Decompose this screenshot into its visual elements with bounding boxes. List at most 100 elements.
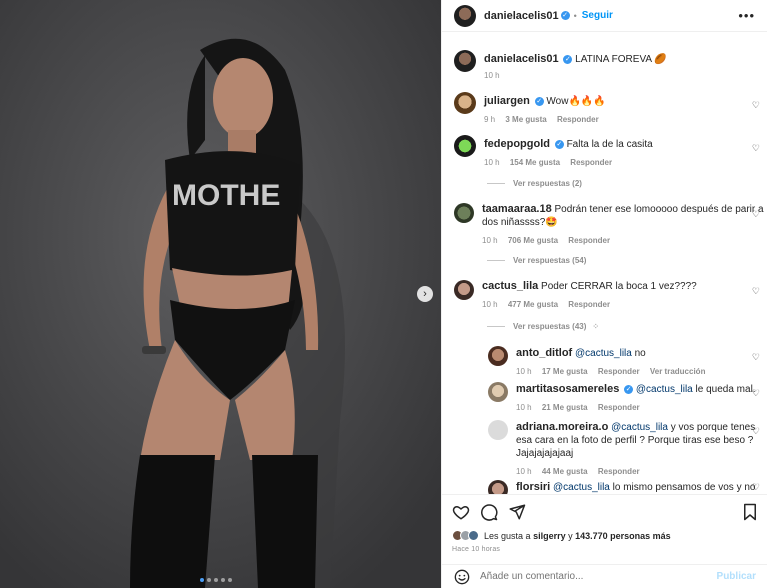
caption-username[interactable]: danielacelis01	[484, 53, 559, 65]
view-replies-label[interactable]: Ver respuestas (54)	[513, 256, 586, 265]
carousel-dot	[228, 578, 232, 582]
replies-line	[487, 326, 505, 327]
liker-avatar	[468, 530, 479, 541]
carousel-dot	[221, 578, 225, 582]
verified-icon: ✓	[534, 96, 544, 106]
emoji-icon[interactable]	[454, 569, 470, 585]
add-comment-bar: Publicar	[442, 564, 767, 588]
carousel-dots	[200, 578, 232, 582]
replier-avatar[interactable]	[488, 420, 508, 440]
comment-item: taamaaraa.18 Podrán tener ese lomooooo d…	[454, 203, 764, 245]
reply-button[interactable]: Responder	[598, 403, 640, 412]
view-replies-button[interactable]: Ver respuestas (43) ⁘	[487, 322, 599, 331]
view-replies-button[interactable]: Ver respuestas (54)	[487, 256, 586, 265]
reply-text: no	[634, 348, 646, 359]
comment-username[interactable]: fedepopgold	[484, 138, 550, 150]
reply-mention[interactable]: @cactus_lila	[636, 384, 693, 395]
likes-count[interactable]: 143.770 personas más	[575, 531, 671, 541]
reply-likes[interactable]: 17 Me gusta	[542, 367, 588, 376]
comments-list[interactable]: danielacelis01 ✓ LATINA FOREVA 🏉 10 h ju…	[442, 40, 767, 494]
publish-button[interactable]: Publicar	[717, 571, 756, 582]
reply-button[interactable]: Responder	[568, 236, 610, 245]
replier-avatar[interactable]	[488, 346, 508, 366]
post-photo[interactable]: MOTHE ›	[0, 0, 441, 588]
comment-item: juliargen ✓ Wow🔥🔥🔥 9 h 3 Me gusta Respon…	[454, 92, 764, 124]
caption-time: 10 h	[484, 71, 500, 80]
comment-time: 10 h	[482, 236, 498, 245]
share-send-icon[interactable]	[508, 503, 526, 521]
comment-input[interactable]	[480, 571, 717, 582]
commenter-avatar[interactable]	[454, 203, 474, 223]
reply-mention[interactable]: @cactus_lila	[611, 422, 668, 433]
reply-username[interactable]: adriana.moreira.o	[516, 421, 608, 433]
reply-mention[interactable]: @cactus_lila	[575, 348, 632, 359]
carousel-dot	[214, 578, 218, 582]
like-comment-heart-icon[interactable]: ♡	[752, 143, 760, 154]
shirt-lettering: MOTHE	[172, 179, 280, 212]
like-comment-heart-icon[interactable]: ♡	[752, 286, 760, 297]
like-comment-heart-icon[interactable]: ♡	[752, 482, 760, 493]
translate-button[interactable]: Ver traducción	[650, 367, 706, 376]
comment-time: 9 h	[484, 115, 496, 124]
verified-icon: ✓	[624, 384, 634, 394]
verified-icon: ✓	[560, 11, 570, 20]
like-comment-heart-icon[interactable]: ♡	[752, 209, 760, 220]
commenter-avatar[interactable]	[454, 92, 476, 114]
reply-item: adriana.moreira.o @cactus_lila y vos por…	[488, 420, 764, 476]
comment-bubble-icon[interactable]	[480, 503, 498, 521]
view-replies-label[interactable]: Ver respuestas (2)	[513, 179, 582, 188]
reply-button[interactable]: Responder	[598, 467, 640, 476]
like-comment-heart-icon[interactable]: ♡	[752, 426, 760, 437]
author-avatar[interactable]	[454, 4, 476, 27]
like-comment-heart-icon[interactable]: ♡	[752, 388, 760, 399]
reply-item: anto_ditlof @cactus_lila no 10 h 17 Me g…	[488, 346, 764, 376]
more-horizontal-icon[interactable]: •••	[738, 8, 755, 23]
view-replies-button[interactable]: Ver respuestas (2)	[487, 179, 582, 188]
comment-item: cactus_lila Poder CERRAR la boca 1 vez??…	[454, 280, 764, 309]
reply-mention[interactable]: @cactus_lila	[553, 482, 610, 493]
reply-username[interactable]: anto_ditlof	[516, 347, 572, 359]
comment-time: 10 h	[484, 158, 500, 167]
reply-likes[interactable]: 44 Me gusta	[542, 467, 588, 476]
replier-avatar[interactable]	[488, 382, 508, 402]
bookmark-save-icon[interactable]	[742, 503, 758, 521]
reply-likes[interactable]: 21 Me gusta	[542, 403, 588, 412]
reply-button[interactable]: Responder	[598, 367, 640, 376]
comment-likes[interactable]: 706 Me gusta	[508, 236, 558, 245]
comment-likes[interactable]: 154 Me gusta	[510, 158, 560, 167]
author-avatar[interactable]	[454, 50, 476, 72]
author-username[interactable]: danielacelis01	[484, 10, 559, 22]
likes-user[interactable]: silgerry	[533, 531, 566, 541]
reply-username[interactable]: martitasosamereles	[516, 383, 619, 395]
reply-button[interactable]: Responder	[568, 300, 610, 309]
like-comment-heart-icon[interactable]: ♡	[752, 100, 760, 111]
like-comment-heart-icon[interactable]: ♡	[752, 352, 760, 363]
comment-time: 10 h	[482, 300, 498, 309]
likes-prefix: Les gusta a	[484, 530, 531, 541]
post-header: danielacelis01 ✓ • Seguir •••	[442, 0, 767, 32]
comment-username[interactable]: juliargen	[484, 95, 530, 107]
reply-button[interactable]: Responder	[557, 115, 599, 124]
follow-button[interactable]: Seguir	[582, 10, 613, 21]
comment-likes[interactable]: 3 Me gusta	[505, 115, 546, 124]
likes-summary[interactable]: Les gusta a silgerry y 143.770 personas …	[452, 530, 758, 541]
comment-username[interactable]: taamaaraa.18	[482, 203, 552, 215]
reply-text: le queda mal.	[695, 384, 756, 395]
commenter-avatar[interactable]	[454, 280, 474, 300]
reply-time: 10 h	[516, 467, 532, 476]
replies-line	[487, 183, 505, 184]
view-replies-label[interactable]: Ver respuestas (43)	[513, 322, 586, 331]
caption-text: LATINA FOREVA 🏉	[575, 54, 667, 65]
commenter-avatar[interactable]	[454, 135, 476, 157]
separator-dot: •	[573, 10, 577, 21]
reply-button[interactable]: Responder	[570, 158, 612, 167]
replier-avatar[interactable]	[488, 480, 508, 494]
reply-time: 10 h	[516, 367, 532, 376]
comment-username[interactable]: cactus_lila	[482, 280, 538, 292]
loading-spinner-icon: ⁘	[592, 322, 600, 331]
like-heart-icon[interactable]	[452, 503, 470, 521]
carousel-dot	[207, 578, 211, 582]
next-photo-button[interactable]: ›	[417, 286, 433, 302]
comment-likes[interactable]: 477 Me gusta	[508, 300, 558, 309]
reply-username[interactable]: florsiri	[516, 481, 550, 493]
